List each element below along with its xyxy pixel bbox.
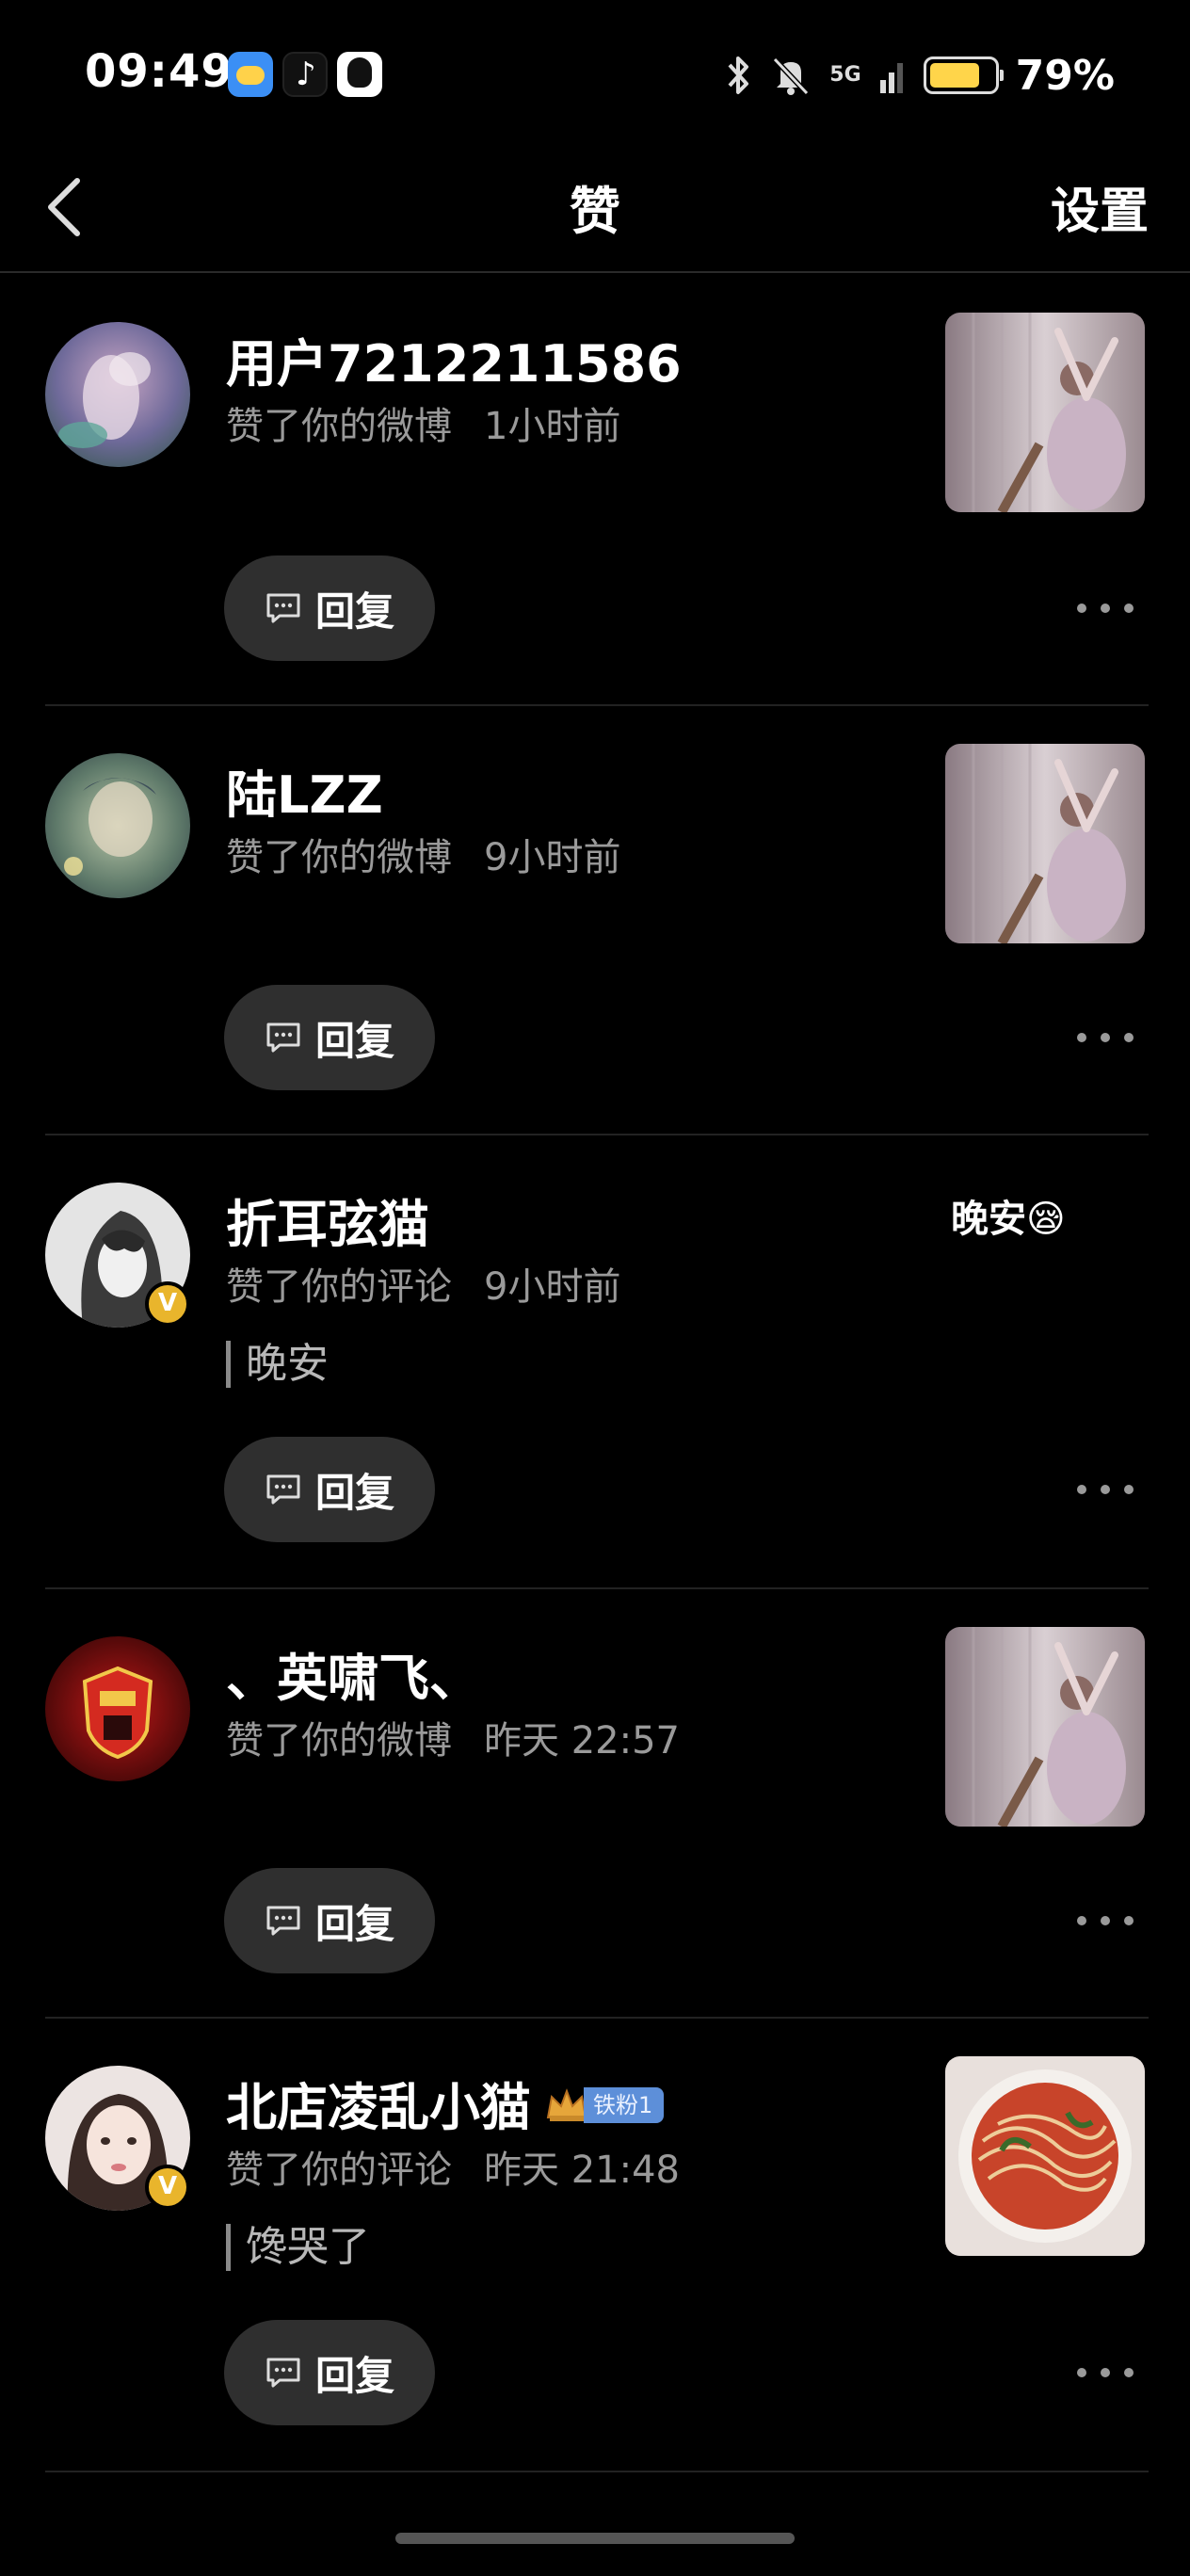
list-item: 用户7212211586 赞了你的微博 1小时前 回复 xyxy=(0,275,1190,706)
reply-button[interactable]: 回复 xyxy=(224,2320,435,2425)
reply-button[interactable]: 回复 xyxy=(224,985,435,1090)
reply-label: 回复 xyxy=(314,588,394,635)
tiktok-icon: ♪ xyxy=(282,52,328,97)
fan-badge-label: 铁粉1 xyxy=(584,2087,665,2124)
comment-preview[interactable]: 晚安😪 xyxy=(951,1188,1066,1243)
list-item: V 北店凌乱小猫 铁粉1 赞了你的评论 昨天 21:48 馋哭了 回复 xyxy=(0,2019,1190,2472)
status-right: 5G 79% xyxy=(724,49,1115,102)
meta-line: 赞了你的评论 昨天 21:48 xyxy=(226,2139,680,2194)
divider xyxy=(45,2471,1149,2472)
reply-label: 回复 xyxy=(314,1469,394,1516)
meta-line: 赞了你的微博 昨天 22:57 xyxy=(226,1710,680,1764)
action-text: 赞了你的评论 xyxy=(226,2149,452,2192)
action-text: 赞了你的微博 xyxy=(226,405,452,448)
list-item: 、英啸飞、 赞了你的微博 昨天 22:57 回复 xyxy=(0,1589,1190,2019)
timestamp: 9小时前 xyxy=(484,1265,621,1309)
signal-icon xyxy=(879,63,903,93)
status-bar: 09:49 ♪ 5G 79% xyxy=(0,0,1190,141)
more-options-icon[interactable] xyxy=(1077,589,1134,627)
user-name[interactable]: 、英啸飞、 xyxy=(226,1636,480,1711)
reply-button[interactable]: 回复 xyxy=(224,1868,435,1973)
user-name[interactable]: 用户7212211586 xyxy=(226,322,682,396)
crown-icon xyxy=(546,2088,587,2122)
weather-icon xyxy=(228,52,273,97)
more-options-icon[interactable] xyxy=(1077,1019,1134,1056)
list-item: V 折耳弦猫 赞了你的评论 9小时前 晚安 晚安😪 回复 xyxy=(0,1135,1190,1589)
mute-icon xyxy=(773,56,810,96)
reply-label: 回复 xyxy=(314,1017,394,1064)
comment-icon xyxy=(266,1906,300,1936)
list-item: 陆LZZ 赞了你的微博 9小时前 回复 xyxy=(0,706,1190,1135)
avatar[interactable] xyxy=(45,322,190,467)
post-thumbnail[interactable] xyxy=(945,2056,1145,2256)
comment-icon xyxy=(266,1022,300,1053)
network-type: 5G xyxy=(829,63,861,87)
comment-quote: 馋哭了 xyxy=(226,2224,370,2271)
user-name[interactable]: 折耳弦猫 xyxy=(226,1183,429,1257)
qq-icon xyxy=(337,52,382,97)
verified-badge-icon: V xyxy=(145,2165,190,2210)
reply-label: 回复 xyxy=(314,2352,394,2399)
more-options-icon[interactable] xyxy=(1077,2354,1134,2391)
user-name[interactable]: 北店凌乱小猫 铁粉1 xyxy=(226,2066,665,2140)
avatar[interactable] xyxy=(45,753,190,898)
meta-line: 赞了你的微博 1小时前 xyxy=(226,395,620,450)
avatar[interactable] xyxy=(45,1636,190,1781)
post-thumbnail[interactable] xyxy=(945,1627,1145,1827)
nav-bar: 赞 设置 xyxy=(0,141,1190,273)
action-text: 赞了你的微博 xyxy=(226,836,452,879)
comment-quote: 晚安 xyxy=(226,1341,329,1388)
action-text: 赞了你的微博 xyxy=(226,1719,452,1763)
meta-line: 赞了你的微博 9小时前 xyxy=(226,827,620,881)
battery-level xyxy=(929,63,979,88)
user-name-text: 北店凌乱小猫 xyxy=(226,2078,531,2137)
reply-button[interactable]: 回复 xyxy=(224,555,435,661)
post-thumbnail[interactable] xyxy=(945,744,1145,943)
timestamp: 9小时前 xyxy=(484,836,621,879)
user-name[interactable]: 陆LZZ xyxy=(226,753,383,828)
timestamp: 昨天 21:48 xyxy=(484,2149,680,2192)
reply-button[interactable]: 回复 xyxy=(224,1437,435,1542)
verified-badge-icon: V xyxy=(145,1281,190,1327)
action-text: 赞了你的评论 xyxy=(226,1265,452,1309)
bluetooth-icon xyxy=(728,56,749,94)
home-indicator[interactable] xyxy=(395,2533,795,2544)
comment-icon xyxy=(266,593,300,623)
settings-button[interactable]: 设置 xyxy=(1051,171,1149,242)
page-title: 赞 xyxy=(570,182,620,241)
post-thumbnail[interactable] xyxy=(945,313,1145,512)
status-time: 09:49 xyxy=(85,45,233,98)
timestamp: 昨天 22:57 xyxy=(484,1719,680,1763)
battery-percent: 79% xyxy=(1015,51,1115,100)
meta-line: 赞了你的评论 9小时前 xyxy=(226,1256,620,1311)
battery-icon xyxy=(923,56,1004,94)
comment-icon xyxy=(266,2358,300,2388)
comment-icon xyxy=(266,1474,300,1505)
more-options-icon[interactable] xyxy=(1077,1902,1134,1940)
reply-label: 回复 xyxy=(314,1900,394,1947)
more-options-icon[interactable] xyxy=(1077,1471,1134,1508)
fan-badge: 铁粉1 xyxy=(544,2085,665,2125)
timestamp: 1小时前 xyxy=(484,405,621,448)
